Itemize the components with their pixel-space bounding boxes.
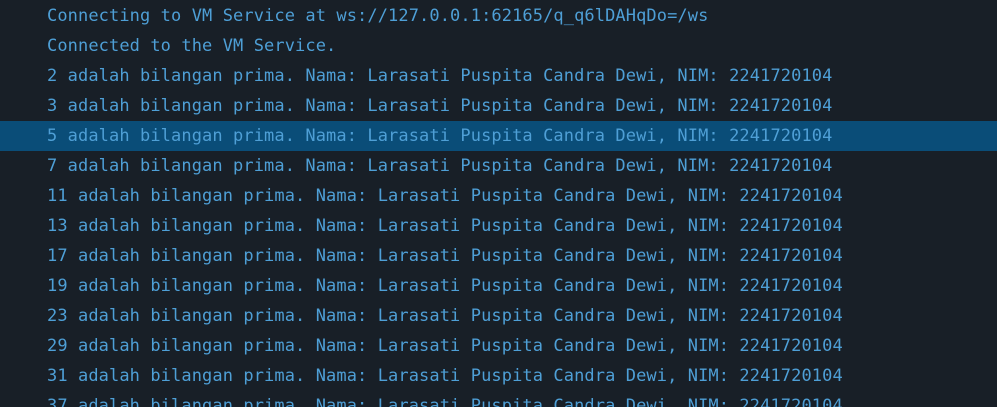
console-line[interactable]: 29 adalah bilangan prima. Nama: Larasati… — [0, 331, 997, 361]
console-line[interactable]: 17 adalah bilangan prima. Nama: Larasati… — [0, 241, 997, 271]
console-line[interactable]: Connected to the VM Service. — [0, 31, 997, 61]
console-line[interactable]: 3 adalah bilangan prima. Nama: Larasati … — [0, 91, 997, 121]
console-line-selected[interactable]: 5 adalah bilangan prima. Nama: Larasati … — [0, 121, 997, 151]
console-line[interactable]: 2 adalah bilangan prima. Nama: Larasati … — [0, 61, 997, 91]
console-line[interactable]: 7 adalah bilangan prima. Nama: Larasati … — [0, 151, 997, 181]
console-line-partial[interactable]: 37 adalah bilangan prima. Nama: Larasati… — [0, 391, 997, 407]
console-line[interactable]: 13 adalah bilangan prima. Nama: Larasati… — [0, 211, 997, 241]
console-line[interactable]: Connecting to VM Service at ws://127.0.0… — [0, 1, 997, 31]
console-line[interactable]: 23 adalah bilangan prima. Nama: Larasati… — [0, 301, 997, 331]
console-line[interactable]: 31 adalah bilangan prima. Nama: Larasati… — [0, 361, 997, 391]
console-line[interactable]: 11 adalah bilangan prima. Nama: Larasati… — [0, 181, 997, 211]
debug-console-output[interactable]: Connecting to VM Service at ws://127.0.0… — [0, 0, 997, 407]
console-line[interactable]: 19 adalah bilangan prima. Nama: Larasati… — [0, 271, 997, 301]
